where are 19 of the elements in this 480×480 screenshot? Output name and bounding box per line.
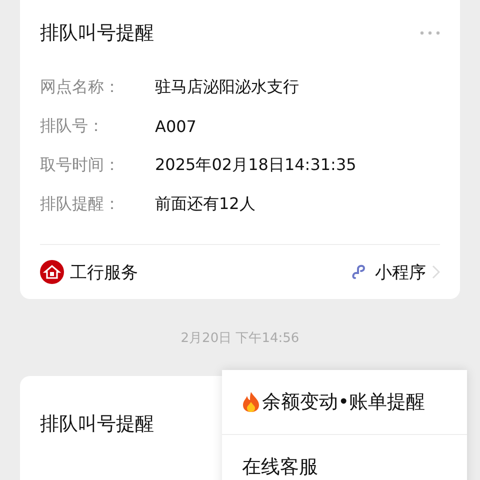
- field-label: 网点名称：: [40, 77, 121, 98]
- field-value: A007: [155, 117, 196, 136]
- field-value: 2025年02月18日14:31:35: [155, 155, 356, 176]
- field-label: 排队提醒：: [40, 194, 121, 215]
- field-label: 排队号：: [40, 116, 105, 137]
- mini-program-link[interactable]: 小程序: [375, 260, 426, 284]
- menu-item[interactable]: 余额变动•账单提醒: [222, 370, 467, 435]
- field-value: 驻马店泌阳泌水支行: [155, 77, 299, 98]
- menu-item[interactable]: 在线客服: [222, 435, 467, 480]
- bank-logo-icon: [40, 260, 64, 284]
- card-title: 排队叫号提醒: [40, 412, 154, 437]
- service-name: 工行服务: [70, 262, 139, 284]
- chevron-right-icon[interactable]: [432, 265, 440, 279]
- field-label: 取号时间：: [40, 155, 121, 176]
- card-title: 排队叫号提醒: [40, 21, 154, 46]
- more-icon[interactable]: [420, 31, 440, 35]
- flame-icon: [242, 391, 260, 413]
- field-value: 前面还有12人: [155, 194, 256, 215]
- message-time: 2月20日 下午14:56: [180, 330, 300, 346]
